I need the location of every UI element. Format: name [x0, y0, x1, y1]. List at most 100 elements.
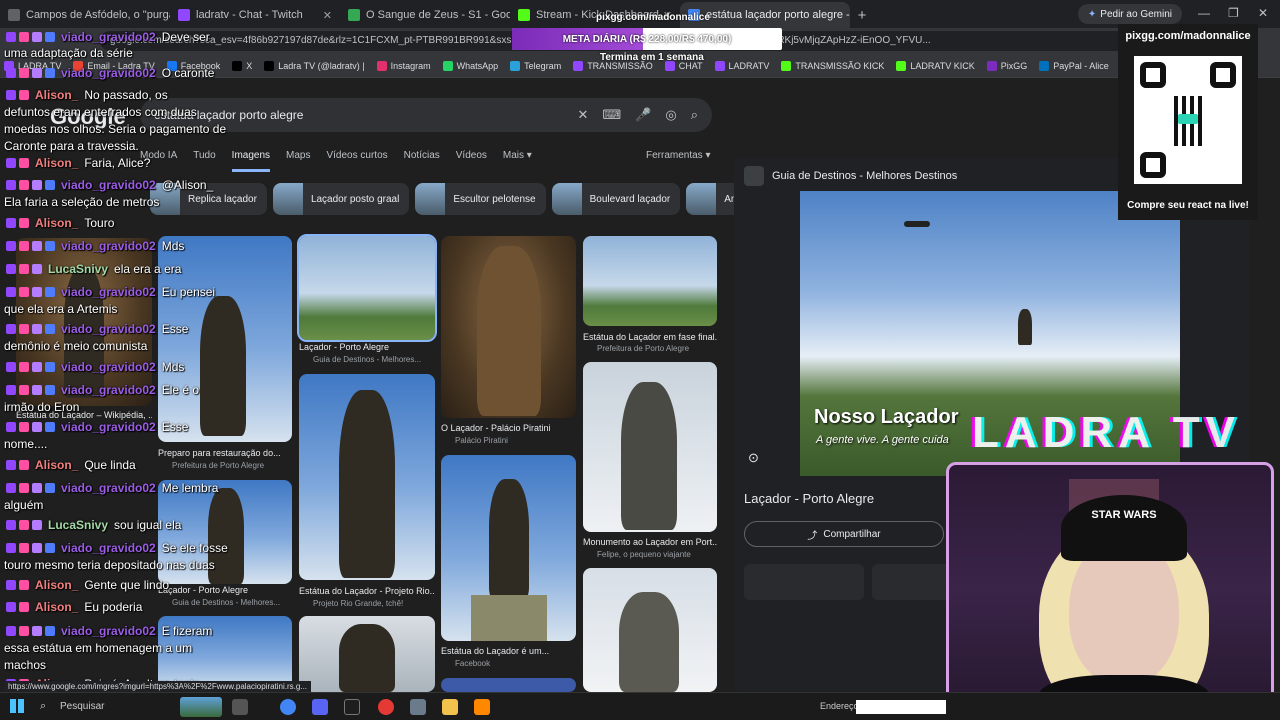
bookmark-icon: [4, 60, 14, 71]
windows-start-icon[interactable]: [10, 699, 24, 713]
related-search-chip[interactable]: Replica laçador: [150, 183, 267, 215]
search-tab[interactable]: Mais ▾: [503, 150, 532, 172]
statue-image: [339, 390, 395, 578]
bookmark-item[interactable]: TRANSMISSÃO KICK: [781, 60, 884, 71]
close-window-icon[interactable]: ✕: [1258, 6, 1268, 20]
browser-tab[interactable]: Campos de Asfódelo, o "purgatório" e o T…: [0, 2, 170, 28]
search-tab[interactable]: Vídeos curtos: [326, 150, 387, 172]
image-result[interactable]: [441, 455, 576, 641]
search-tab[interactable]: Maps: [286, 150, 310, 172]
result-caption[interactable]: Estátua do Laçador em fase final...: [583, 332, 717, 342]
bookmark-item[interactable]: WhatsApp: [442, 60, 498, 71]
result-caption[interactable]: Laçador - Porto Alegre: [158, 585, 292, 595]
bookmark-item[interactable]: Facebook: [166, 60, 220, 71]
image-result[interactable]: [158, 480, 292, 584]
chip-label: Boulevard laçador: [589, 193, 671, 205]
panel-title[interactable]: Laçador - Porto Alegre: [744, 491, 874, 506]
bookmark-item[interactable]: Email - Ladra TV: [73, 60, 155, 71]
search-tab[interactable]: Tudo: [193, 150, 215, 172]
image-result[interactable]: [158, 236, 292, 442]
new-tab-button[interactable]: +: [850, 2, 874, 28]
obs-icon[interactable]: [344, 699, 360, 715]
keyboard-icon[interactable]: ⌨: [602, 107, 621, 123]
restore-icon[interactable]: ❐: [1228, 6, 1239, 20]
panel-header[interactable]: Guia de Destinos - Melhores Destinos: [744, 166, 957, 186]
image-result-selected[interactable]: [297, 234, 437, 342]
google-logo[interactable]: Google: [50, 104, 126, 130]
chip-thumbnail: [150, 183, 180, 215]
result-caption[interactable]: Preparo para restauração do...: [158, 448, 292, 458]
lens-icon[interactable]: ◎: [665, 107, 676, 123]
search-tab[interactable]: Vídeos: [456, 150, 487, 172]
bookmark-icon: [166, 60, 177, 71]
lens-icon[interactable]: ⊙: [748, 450, 759, 466]
kick-icon: [518, 9, 530, 21]
image-result[interactable]: [441, 678, 576, 692]
gemini-icon: ✦: [1087, 8, 1097, 20]
search-icon[interactable]: ⌕: [691, 107, 698, 123]
result-caption[interactable]: Estátua do Laçador – Wikipédia, ...: [16, 410, 152, 420]
bookmark-item[interactable]: LADRATV: [714, 60, 769, 71]
search-box[interactable]: estátua laçador porto alegre ✕ ⌨ 🎤 ◎ ⌕: [140, 98, 712, 132]
statue-image: [489, 479, 529, 599]
tab-title: O Sangue de Zeus - S1 - Goog: [366, 9, 510, 21]
file-explorer-icon[interactable]: [442, 699, 458, 715]
related-search-chip[interactable]: Escultor pelotense: [415, 183, 546, 215]
minimize-icon[interactable]: —: [1198, 6, 1210, 20]
related-search-chip[interactable]: Boulevard laçador: [551, 183, 681, 215]
tab-title: Campos de Asfódelo, o "purgatório" e o T…: [26, 9, 170, 21]
bookmark-label: Instagram: [390, 60, 431, 71]
bookmark-item[interactable]: X: [232, 60, 252, 71]
image-result[interactable]: [583, 568, 717, 692]
ask-gemini-button[interactable]: ✦ Pedir ao Gemini: [1077, 4, 1182, 24]
tools-button[interactable]: Ferramentas ▾: [646, 150, 710, 161]
close-tab-icon[interactable]: ✕: [319, 9, 332, 22]
search-icon[interactable]: ⌕: [40, 700, 46, 713]
result-caption[interactable]: Laçador - Porto Alegre: [299, 342, 435, 352]
image-result[interactable]: [441, 236, 576, 418]
browser-tab[interactable]: ladratv - Chat - Twitch ✕: [170, 2, 340, 28]
browser-tab[interactable]: O Sangue de Zeus - S1 - Goog✕: [340, 2, 510, 28]
bookmark-item[interactable]: Instagram: [376, 60, 431, 71]
clear-icon[interactable]: ✕: [578, 107, 589, 123]
search-tab[interactable]: Imagens: [231, 150, 271, 172]
airplane-icon: [904, 221, 930, 227]
bookmark-icon: [510, 60, 521, 71]
bookmark-item[interactable]: Ladra TV (@ladratv) |: [264, 60, 365, 71]
related-card[interactable]: [872, 564, 952, 600]
taskbar-search[interactable]: Pesquisar: [60, 701, 104, 712]
microphone-icon[interactable]: 🎤: [635, 107, 651, 123]
twitch-icon: [178, 9, 190, 21]
image-result[interactable]: [583, 236, 717, 326]
image-result[interactable]: [299, 616, 435, 692]
app-icon[interactable]: [378, 699, 394, 715]
image-result[interactable]: [583, 362, 717, 532]
share-button[interactable]: ⤴ Compartilhar: [744, 521, 944, 547]
result-caption[interactable]: Monumento ao Laçador em Port...: [583, 537, 717, 547]
chrome-icon[interactable]: [280, 699, 296, 715]
app-icon[interactable]: [410, 699, 426, 715]
bookmark-item[interactable]: PixGG: [986, 60, 1028, 71]
discord-icon[interactable]: [312, 699, 328, 715]
statue-image: [208, 488, 244, 584]
vlc-icon[interactable]: [474, 699, 490, 715]
result-caption[interactable]: O Laçador - Palácio Piratini: [441, 423, 576, 433]
image-result[interactable]: [299, 374, 435, 580]
address-toolbar-input[interactable]: [856, 700, 946, 714]
bookmark-item[interactable]: PayPal - Alice: [1039, 60, 1109, 71]
bookmark-item[interactable]: LADRA TV: [4, 60, 61, 71]
image-result[interactable]: [16, 238, 152, 406]
weather-widget-icon[interactable]: [180, 697, 222, 717]
related-search-chip[interactable]: Laçador posto graal: [272, 183, 410, 215]
search-tab[interactable]: Modo IA: [140, 150, 177, 172]
result-caption[interactable]: Estátua do Laçador é um...: [441, 646, 576, 656]
bookmark-item[interactable]: Telegram: [510, 60, 561, 71]
search-input[interactable]: estátua laçador porto alegre: [154, 108, 564, 122]
bookmark-label: PixGG: [1000, 60, 1028, 71]
related-card[interactable]: [744, 564, 864, 600]
result-caption[interactable]: Estátua do Laçador - Projeto Rio...: [299, 586, 435, 596]
search-tab[interactable]: Notícias: [404, 150, 440, 172]
task-view-icon[interactable]: [232, 699, 248, 715]
bookmark-icon: [442, 60, 453, 71]
bookmark-item[interactable]: LADRATV KICK: [896, 60, 975, 71]
